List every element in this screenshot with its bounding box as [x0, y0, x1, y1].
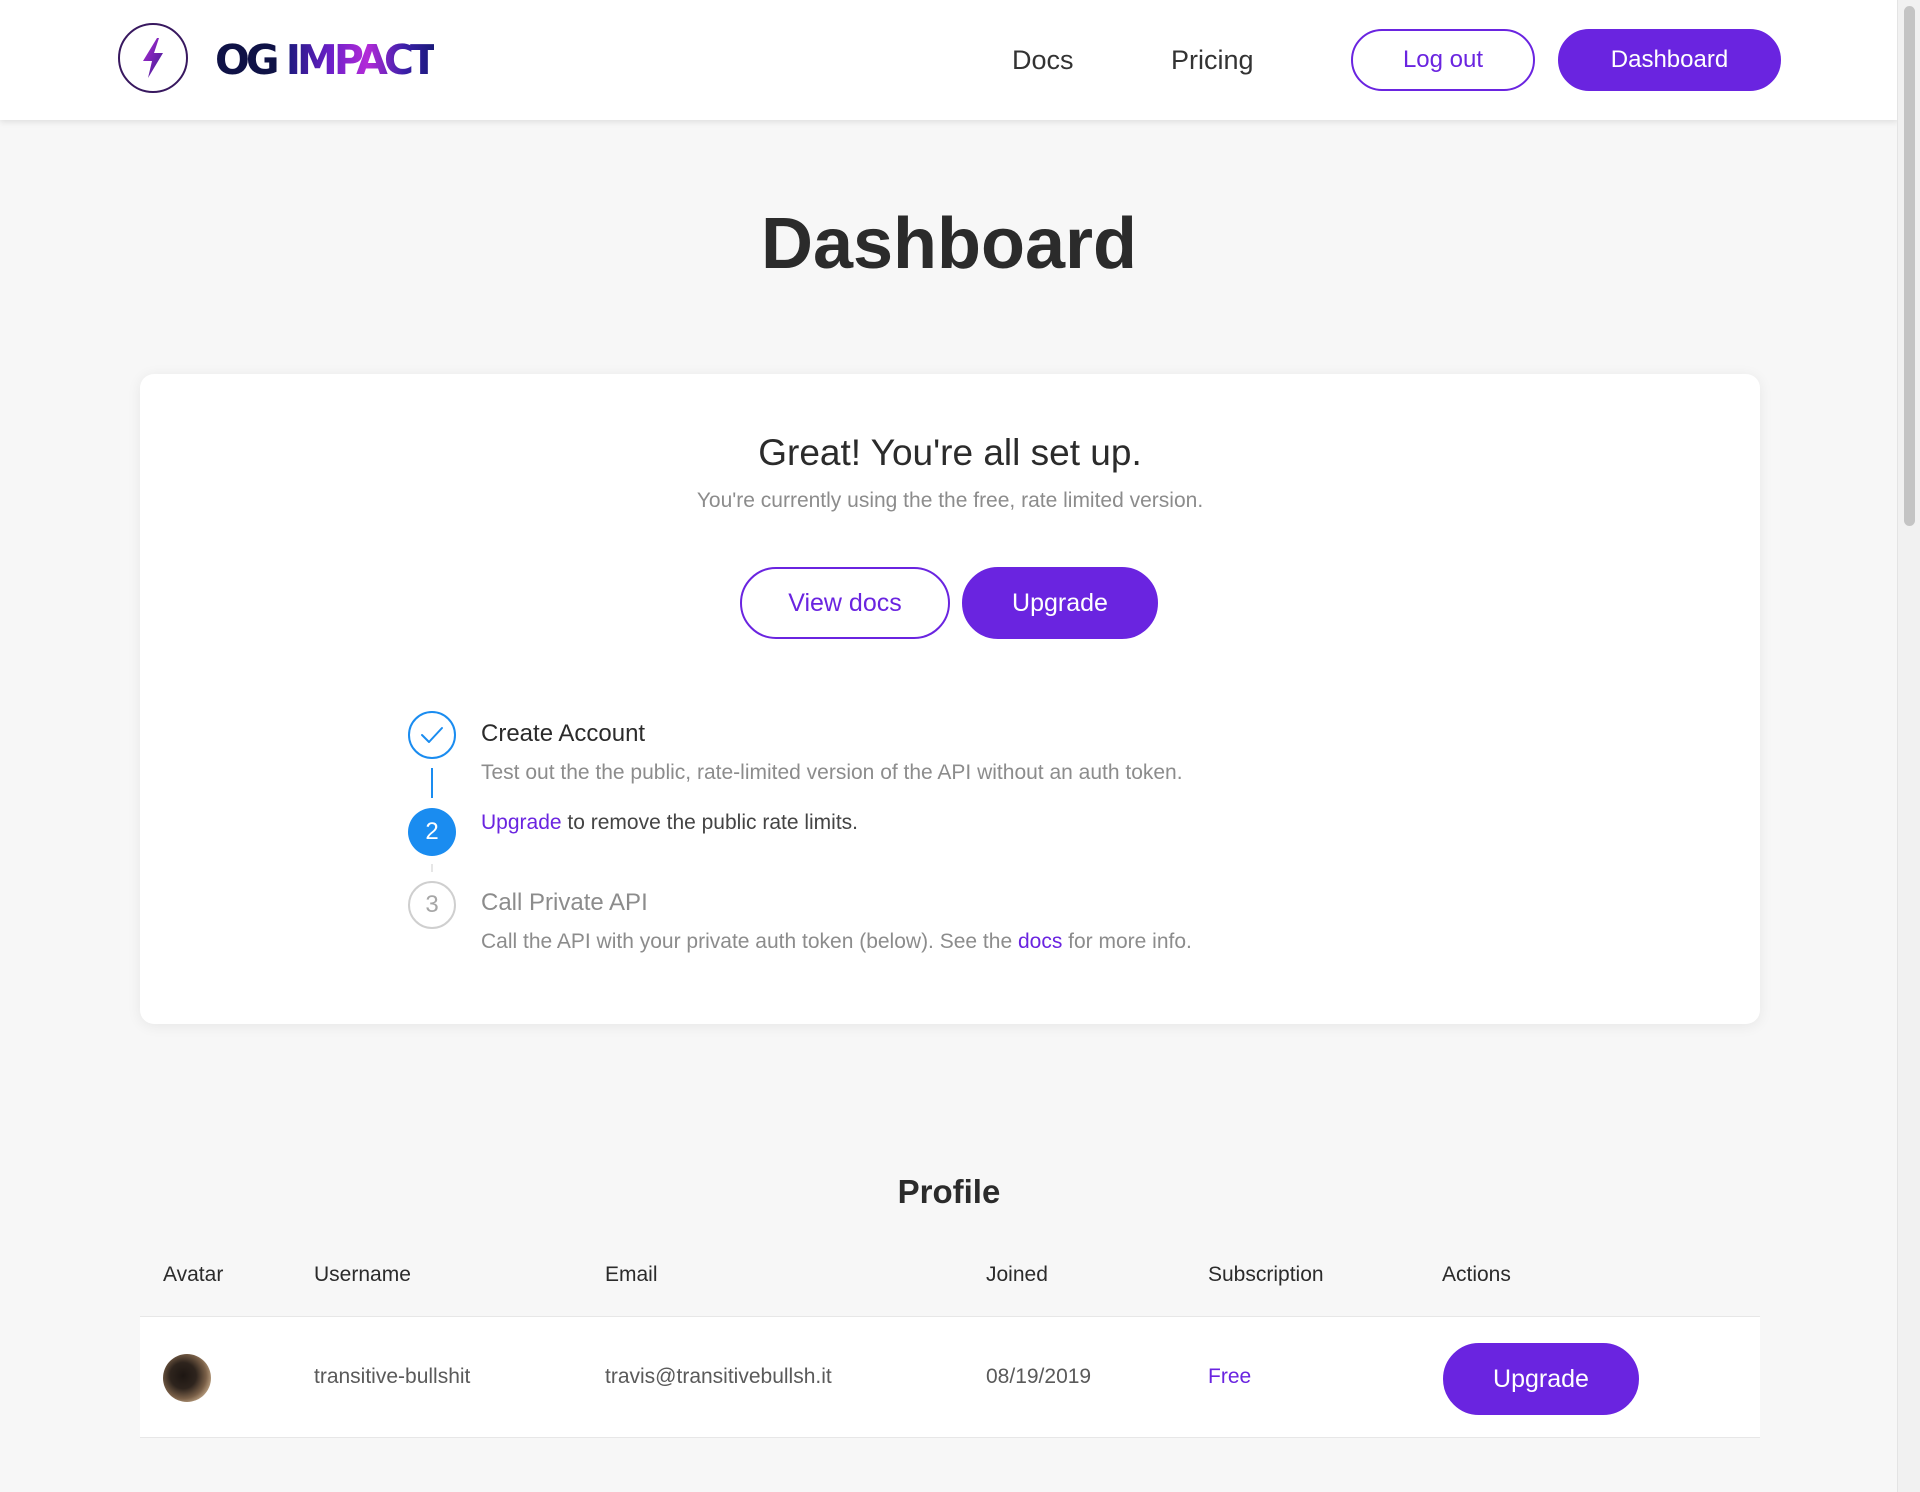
upgrade-button[interactable]: Upgrade	[962, 567, 1158, 639]
profile-title: Profile	[897, 1173, 1001, 1210]
column-header-avatar: Avatar	[163, 1263, 224, 1286]
table-row: transitive-bullshit travis@transitivebul…	[140, 1317, 1760, 1438]
logo-wordmark[interactable]: OG IMPACT	[215, 34, 438, 86]
step-3-desc-after: for more info.	[1062, 930, 1192, 953]
logout-button[interactable]: Log out	[1351, 29, 1535, 91]
avatar	[163, 1354, 211, 1402]
step-connector	[431, 864, 433, 872]
column-header-email: Email	[605, 1263, 658, 1286]
step-1-description: Test out the the public, rate-limited ve…	[481, 761, 1183, 784]
vertical-scrollbar[interactable]	[1897, 0, 1920, 1492]
setup-subheading: You're currently using the the free, rat…	[696, 489, 1204, 512]
step-3-pending-indicator: 3	[408, 881, 456, 929]
username-cell: transitive-bullshit	[314, 1365, 471, 1388]
step-3-docs-link[interactable]: docs	[1018, 930, 1062, 953]
column-header-username: Username	[314, 1263, 411, 1286]
step-2-text: Upgrade to remove the public rate limits…	[481, 808, 858, 838]
column-header-subscription: Subscription	[1208, 1263, 1324, 1286]
step-1-title: Create Account	[481, 720, 646, 747]
step-connector	[431, 768, 433, 798]
logo-bolt-icon[interactable]	[118, 23, 188, 93]
step-2-active-indicator: 2	[408, 808, 456, 856]
row-upgrade-button[interactable]: Upgrade	[1443, 1343, 1639, 1415]
setup-heading: Great! You're all set up.	[758, 432, 1142, 473]
logo-text-og: OG	[215, 36, 279, 84]
checkmark-icon	[421, 727, 443, 743]
joined-cell: 08/19/2019	[986, 1365, 1092, 1388]
logo-text-impact: IMPACT	[285, 36, 438, 84]
column-header-joined: Joined	[986, 1263, 1048, 1286]
step-3-description: Call the API with your private auth toke…	[481, 927, 1192, 957]
step-3-desc-before: Call the API with your private auth toke…	[481, 930, 1018, 953]
step-3-title: Call Private API	[481, 889, 648, 916]
step-2-upgrade-link[interactable]: Upgrade	[481, 811, 562, 834]
step-1-complete-indicator	[408, 711, 456, 759]
table-header-row: Avatar Username Email Joined Subscriptio…	[140, 1234, 1760, 1317]
email-cell: travis@transitivebullsh.it	[605, 1365, 832, 1388]
column-header-actions: Actions	[1442, 1263, 1511, 1286]
profile-table: Avatar Username Email Joined Subscriptio…	[140, 1234, 1760, 1438]
nav-docs-link[interactable]: Docs	[1012, 38, 1074, 82]
step-2-description: to remove the public rate limits.	[561, 811, 859, 834]
scrollbar-thumb[interactable]	[1904, 6, 1915, 526]
setup-card: Great! You're all set up. You're current…	[140, 374, 1760, 1024]
site-header: OG IMPACT Docs Pricing Log out Dashboard	[0, 0, 1898, 120]
subscription-cell: Free	[1208, 1365, 1252, 1388]
page-title: Dashboard	[760, 204, 1138, 284]
view-docs-button[interactable]: View docs	[740, 567, 950, 639]
dashboard-button[interactable]: Dashboard	[1558, 29, 1781, 91]
nav-pricing-link[interactable]: Pricing	[1171, 38, 1254, 82]
